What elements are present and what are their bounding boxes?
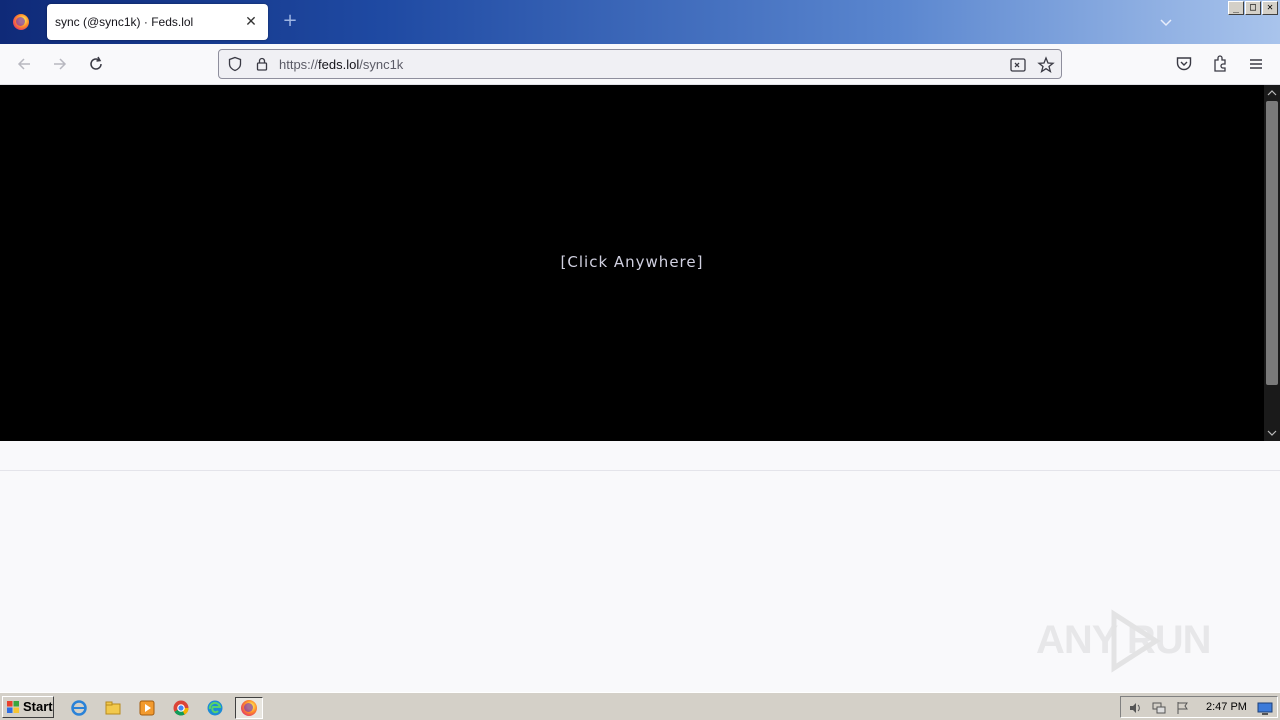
forward-arrow-icon[interactable]: [50, 54, 70, 74]
tab-active[interactable]: sync (@sync1k) · Feds.lol ✕: [47, 4, 268, 40]
extensions-icon[interactable]: [1210, 54, 1230, 74]
volume-icon[interactable]: [1127, 700, 1143, 716]
taskbar-media-player[interactable]: [135, 697, 159, 719]
system-tray: 2:47 PM: [1120, 696, 1278, 718]
start-button[interactable]: Start: [2, 696, 54, 718]
window-close-button[interactable]: ✕: [1262, 1, 1278, 15]
lock-icon[interactable]: [254, 56, 270, 72]
network-icon[interactable]: [1151, 700, 1167, 716]
window-maximize-button[interactable]: □: [1245, 1, 1261, 15]
taskbar-edge[interactable]: [203, 697, 227, 719]
play-logo-icon: [1111, 609, 1161, 673]
tab-title: sync (@sync1k) · Feds.lol: [55, 15, 194, 29]
windows-taskbar: Start 2:47 PM: [0, 692, 1280, 720]
media-player-icon: [139, 700, 155, 716]
taskbar-chrome[interactable]: [169, 697, 193, 719]
bookmark-star-icon[interactable]: [1037, 56, 1055, 74]
edge-icon: [207, 700, 223, 716]
translate-page-icon[interactable]: [1009, 56, 1027, 74]
window-minimize-button[interactable]: _: [1228, 1, 1244, 15]
url-path: /sync1k: [359, 57, 404, 72]
scroll-down-arrow-icon[interactable]: [1267, 428, 1277, 438]
firefox-icon: [241, 700, 257, 716]
clock[interactable]: 2:47 PM: [1206, 701, 1247, 713]
anyrun-watermark: ANY RUN: [1036, 608, 1236, 674]
navigation-toolbar: https://feds.lol/sync1k: [0, 44, 1280, 85]
url-scheme: https://: [279, 57, 319, 72]
tab-list-chevron-icon[interactable]: [1158, 14, 1174, 30]
shield-icon[interactable]: [227, 56, 243, 72]
scroll-up-arrow-icon[interactable]: [1267, 88, 1277, 98]
firefox-icon: [13, 14, 29, 30]
chrome-icon: [173, 700, 189, 716]
address-bar[interactable]: https://feds.lol/sync1k: [218, 49, 1062, 79]
page-content[interactable]: [Click Anywhere]: [0, 85, 1280, 441]
scrollbar-thumb[interactable]: [1266, 101, 1278, 385]
tab-close-button[interactable]: ✕: [243, 14, 259, 30]
reload-icon[interactable]: [86, 54, 106, 74]
url-text[interactable]: https://feds.lol/sync1k: [279, 57, 403, 72]
firefox-menu-button[interactable]: [0, 0, 42, 44]
taskbar-file-explorer[interactable]: [101, 697, 125, 719]
divider: [0, 470, 1280, 471]
pocket-icon[interactable]: [1174, 54, 1194, 74]
start-label: Start: [23, 699, 53, 714]
back-arrow-icon[interactable]: [14, 54, 34, 74]
vertical-scrollbar[interactable]: [1264, 85, 1280, 441]
click-anywhere-prompt[interactable]: [Click Anywhere]: [0, 253, 1264, 271]
action-center-flag-icon[interactable]: [1175, 700, 1191, 716]
internet-explorer-icon: [71, 700, 87, 716]
show-desktop-icon[interactable]: [1257, 700, 1273, 716]
tab-bar: sync (@sync1k) · Feds.lol ✕ + _ □ ✕: [0, 0, 1280, 44]
taskbar-firefox[interactable]: [235, 697, 263, 719]
url-domain: feds.lol: [318, 57, 360, 72]
hamburger-menu-icon[interactable]: [1246, 54, 1266, 74]
file-explorer-icon: [105, 701, 121, 715]
windows-logo-icon: [7, 701, 19, 713]
taskbar-internet-explorer[interactable]: [67, 697, 91, 719]
new-tab-button[interactable]: +: [281, 12, 299, 30]
